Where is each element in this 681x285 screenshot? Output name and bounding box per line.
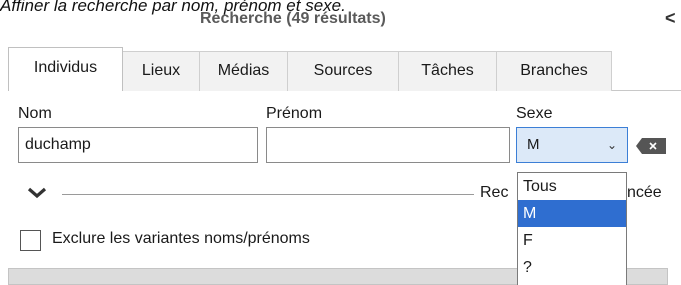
sexe-selected-value: M (527, 136, 540, 153)
exclude-variants-checkbox[interactable] (20, 230, 41, 251)
tab-taches[interactable]: Tâches (398, 51, 497, 91)
tab-individus[interactable]: Individus (8, 47, 123, 91)
tab-lieux[interactable]: Lieux (122, 51, 200, 91)
collapse-panel-button[interactable]: < (665, 8, 681, 28)
exclude-variants-label[interactable]: Exclure les variantes noms/prénoms (52, 230, 310, 248)
nom-label: Nom (18, 105, 52, 122)
sexe-option-unknown[interactable]: ? (518, 254, 626, 281)
sexe-dropdown-list[interactable]: Tous M F ? (517, 172, 627, 285)
sexe-label: Sexe (516, 105, 553, 122)
sexe-option-f[interactable]: F (518, 227, 626, 254)
prenom-field[interactable] (266, 127, 510, 163)
advanced-search-label[interactable]: Rec (480, 184, 508, 202)
tab-medias[interactable]: Médias (199, 51, 288, 91)
panel-title: Recherche (49 résultats) (200, 10, 386, 27)
expand-chevron-icon[interactable] (26, 186, 48, 200)
tab-sources[interactable]: Sources (287, 51, 399, 91)
nom-field[interactable]: duchamp (18, 127, 258, 163)
advanced-search-label-tail[interactable]: ncée (627, 184, 662, 202)
clear-field-icon[interactable] (636, 138, 666, 154)
chevron-down-icon: ⌄ (606, 138, 617, 152)
sexe-select[interactable]: M ⌄ (516, 127, 628, 163)
tab-branches[interactable]: Branches (496, 51, 612, 91)
sexe-option-tous[interactable]: Tous (518, 173, 626, 200)
prenom-label: Prénom (266, 105, 323, 122)
advanced-search-divider (62, 194, 474, 195)
sexe-option-m[interactable]: M (518, 200, 626, 227)
